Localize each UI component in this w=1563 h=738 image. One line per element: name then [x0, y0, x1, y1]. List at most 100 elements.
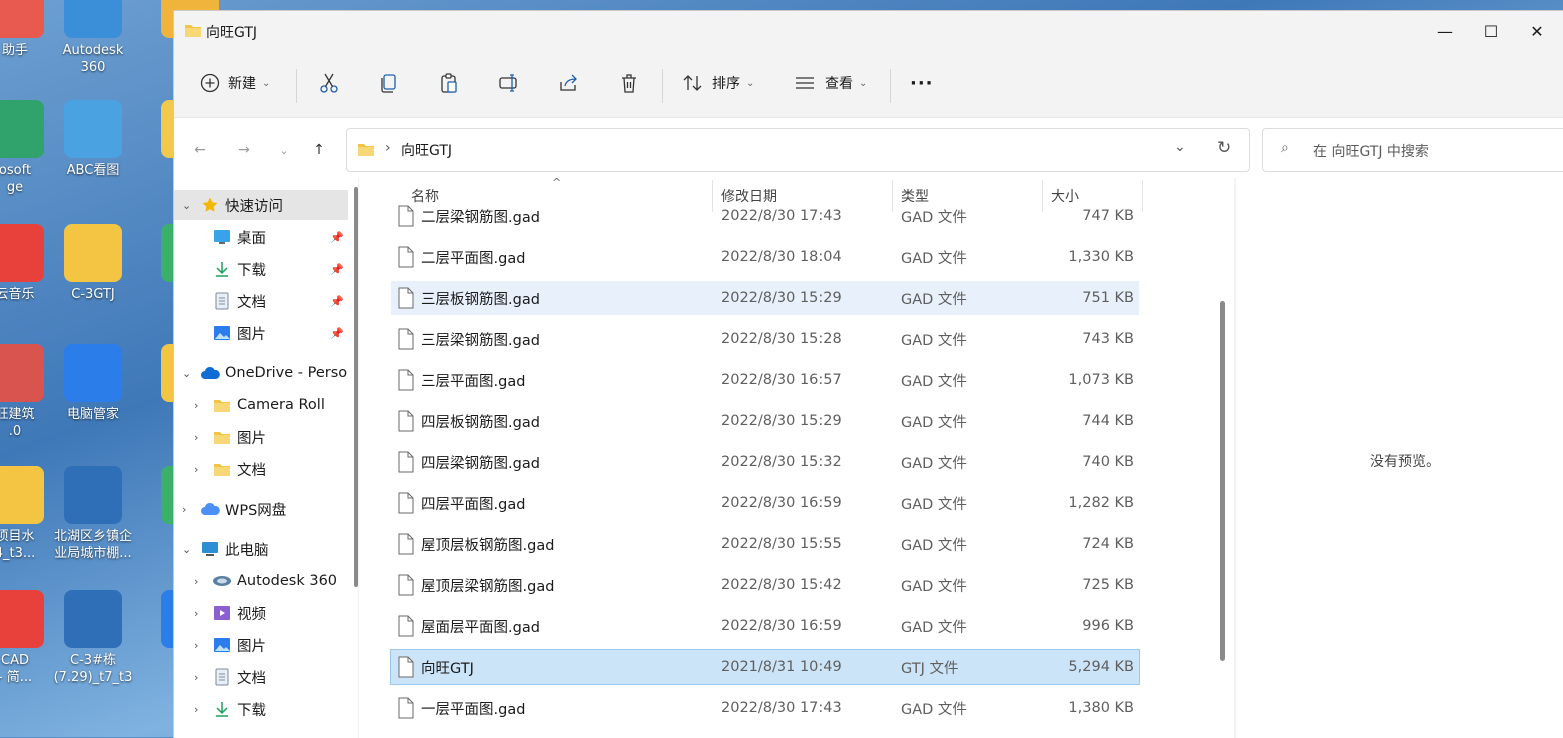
file-row[interactable]: 三层板钢筋图.gad 2022/8/30 15:29 GAD 文件 751 KB — [391, 281, 1139, 315]
pin-icon[interactable]: 📌 — [330, 327, 344, 340]
minimize-icon: — — [1437, 21, 1453, 41]
title-bar[interactable]: 向旺GTJ — ☐ ✕ — [174, 11, 1563, 51]
more-options-button[interactable]: ··· — [910, 67, 934, 99]
chevron-down-icon[interactable]: ⌄ — [182, 199, 194, 212]
nav-item[interactable]: ⌄ 此电脑 — [174, 534, 348, 564]
back-button[interactable]: ← — [188, 138, 212, 162]
sort-button[interactable]: 排序 ⌄ — [682, 67, 754, 99]
paste-button[interactable] — [438, 67, 460, 99]
pin-icon[interactable]: 📌 — [330, 295, 344, 308]
desktop-shortcut[interactable]: C-3#栋 (7.29)_t7_t3 — [48, 590, 138, 686]
desktop-shortcut[interactable]: C-3GTJ — [48, 224, 138, 303]
nav-item[interactable]: › 视频 — [174, 598, 348, 628]
desktop-shortcut[interactable]: 电脑管家 — [48, 344, 138, 423]
file-type: GAD 文件 — [901, 496, 967, 513]
file-icon — [398, 656, 414, 678]
copy-button[interactable] — [378, 67, 400, 99]
new-button[interactable]: 新建 ⌄ — [200, 67, 270, 99]
rename-button[interactable] — [498, 67, 520, 99]
close-icon: ✕ — [1530, 21, 1544, 41]
nav-item[interactable]: › 图片 — [174, 630, 348, 660]
nav-item[interactable]: › 文档 — [174, 662, 348, 692]
file-row[interactable]: 四层板钢筋图.gad 2022/8/30 15:29 GAD 文件 744 KB — [391, 404, 1139, 438]
file-icon — [398, 369, 414, 391]
chevron-right-icon[interactable]: › — [194, 703, 206, 716]
nav-item[interactable]: › 图片 — [174, 422, 348, 452]
chevron-right-icon[interactable]: › — [182, 503, 194, 516]
chevron-right-icon[interactable]: › — [194, 607, 206, 620]
delete-button[interactable] — [618, 67, 640, 99]
chevron-right-icon[interactable]: › — [194, 639, 206, 652]
preview-message: 没有预览。 — [1370, 454, 1440, 470]
file-list-scrollbar[interactable] — [1220, 301, 1225, 661]
share-button[interactable] — [558, 67, 580, 99]
file-row[interactable]: 屋顶层梁钢筋图.gad 2022/8/30 15:42 GAD 文件 725 KB — [391, 568, 1139, 602]
maximize-button[interactable]: ☐ — [1468, 11, 1514, 51]
file-size: 5,294 KB — [1068, 659, 1134, 675]
breadcrumb-current[interactable]: 向旺GTJ — [401, 140, 452, 160]
file-type: GAD 文件 — [901, 332, 967, 349]
nav-item[interactable]: 下载 📌 — [174, 254, 348, 284]
file-row[interactable]: 三层平面图.gad 2022/8/30 16:57 GAD 文件 1,073 KB — [391, 363, 1139, 397]
cut-button[interactable] — [318, 67, 340, 99]
nav-item[interactable]: › WPS网盘 — [174, 494, 348, 524]
close-button[interactable]: ✕ — [1514, 11, 1560, 51]
file-row[interactable]: 屋面层平面图.gad 2022/8/30 16:59 GAD 文件 996 KB — [391, 609, 1139, 643]
chevron-right-icon[interactable]: › — [194, 671, 206, 684]
nav-item[interactable]: › 文档 — [174, 454, 348, 484]
desktop-shortcut[interactable]: Autodesk 360 — [48, 0, 138, 76]
pin-icon[interactable]: 📌 — [330, 263, 344, 276]
address-bar[interactable]: › 向旺GTJ ⌄ ↻ — [346, 128, 1250, 172]
file-row[interactable]: 二层梁钢筋图.gad 2022/8/30 17:43 GAD 文件 747 KB — [391, 199, 1139, 233]
file-row[interactable]: 四层梁钢筋图.gad 2022/8/30 15:32 GAD 文件 740 KB — [391, 445, 1139, 479]
search-input[interactable]: 在 向旺GTJ 中搜索 — [1313, 141, 1429, 161]
nav-item[interactable]: › Autodesk 360 — [174, 566, 348, 596]
nav-item[interactable]: ⌄ OneDrive - Perso — [174, 358, 348, 388]
search-icon: ⌕ — [1281, 140, 1289, 156]
view-button[interactable]: 查看 ⌄ — [794, 67, 867, 99]
file-name: 四层板钢筋图.gad — [421, 414, 540, 431]
file-size: 1,282 KB — [1068, 495, 1134, 511]
chevron-right-icon[interactable]: › — [194, 463, 206, 476]
file-explorer-window: 向旺GTJ — ☐ ✕ 新建 ⌄ 排序 ⌄ 查看 ⌄ ··· ← → ⌄ ↑ ›… — [173, 10, 1563, 738]
file-date: 2022/8/30 18:04 — [721, 249, 842, 265]
chevron-right-icon[interactable]: › — [194, 431, 206, 444]
file-row[interactable]: 四层平面图.gad 2022/8/30 16:59 GAD 文件 1,282 KB — [391, 486, 1139, 520]
forward-button[interactable]: → — [232, 138, 256, 162]
recent-locations-button[interactable]: ⌄ — [272, 138, 296, 162]
pin-icon[interactable]: 📌 — [330, 231, 344, 244]
file-row[interactable]: 一层平面图.gad 2022/8/30 17:43 GAD 文件 1,380 KB — [391, 691, 1139, 725]
nav-item-label: 文档 — [237, 294, 266, 311]
nav-item[interactable]: › Camera Roll — [174, 390, 348, 420]
toolbar-divider — [890, 69, 891, 103]
up-button[interactable]: ↑ — [307, 138, 331, 162]
sort-label: 排序 — [712, 76, 740, 92]
file-date: 2022/8/30 16:57 — [721, 372, 842, 388]
file-row[interactable]: 三层梁钢筋图.gad 2022/8/30 15:28 GAD 文件 743 KB — [391, 322, 1139, 356]
file-row[interactable]: 屋顶层板钢筋图.gad 2022/8/30 15:55 GAD 文件 724 KB — [391, 527, 1139, 561]
desktop-shortcut[interactable]: 北湖区乡镇企 业局城市棚... — [48, 466, 138, 562]
file-icon — [398, 574, 414, 596]
address-dropdown-icon[interactable]: ⌄ — [1174, 139, 1186, 155]
file-icon — [398, 697, 414, 719]
navigation-scrollbar[interactable] — [354, 187, 358, 587]
file-row[interactable]: 向旺GTJ 2021/8/31 10:49 GTJ 文件 5,294 KB — [390, 649, 1140, 685]
file-name: 三层平面图.gad — [421, 373, 526, 390]
minimize-button[interactable]: — — [1422, 11, 1468, 51]
nav-item-label: 文档 — [237, 670, 266, 687]
search-box[interactable]: ⌕ 在 向旺GTJ 中搜索 — [1262, 128, 1563, 172]
nav-item[interactable]: 图片 📌 — [174, 318, 348, 348]
nav-item[interactable]: 文档 📌 — [174, 286, 348, 316]
refresh-icon[interactable]: ↻ — [1217, 138, 1231, 158]
desktop-shortcut[interactable]: ABC看图 — [48, 100, 138, 179]
nav-item-label: Camera Roll — [237, 397, 325, 413]
nav-item[interactable]: › 下载 — [174, 694, 348, 724]
chevron-down-icon[interactable]: ⌄ — [182, 543, 194, 556]
file-type: GAD 文件 — [901, 250, 967, 267]
chevron-right-icon[interactable]: › — [194, 399, 206, 412]
file-row[interactable]: 二层平面图.gad 2022/8/30 18:04 GAD 文件 1,330 KB — [391, 240, 1139, 274]
nav-item[interactable]: ⌄ 快速访问 — [174, 190, 348, 220]
chevron-right-icon[interactable]: › — [194, 575, 206, 588]
nav-item[interactable]: 桌面 📌 — [174, 222, 348, 252]
chevron-down-icon[interactable]: ⌄ — [182, 367, 194, 380]
